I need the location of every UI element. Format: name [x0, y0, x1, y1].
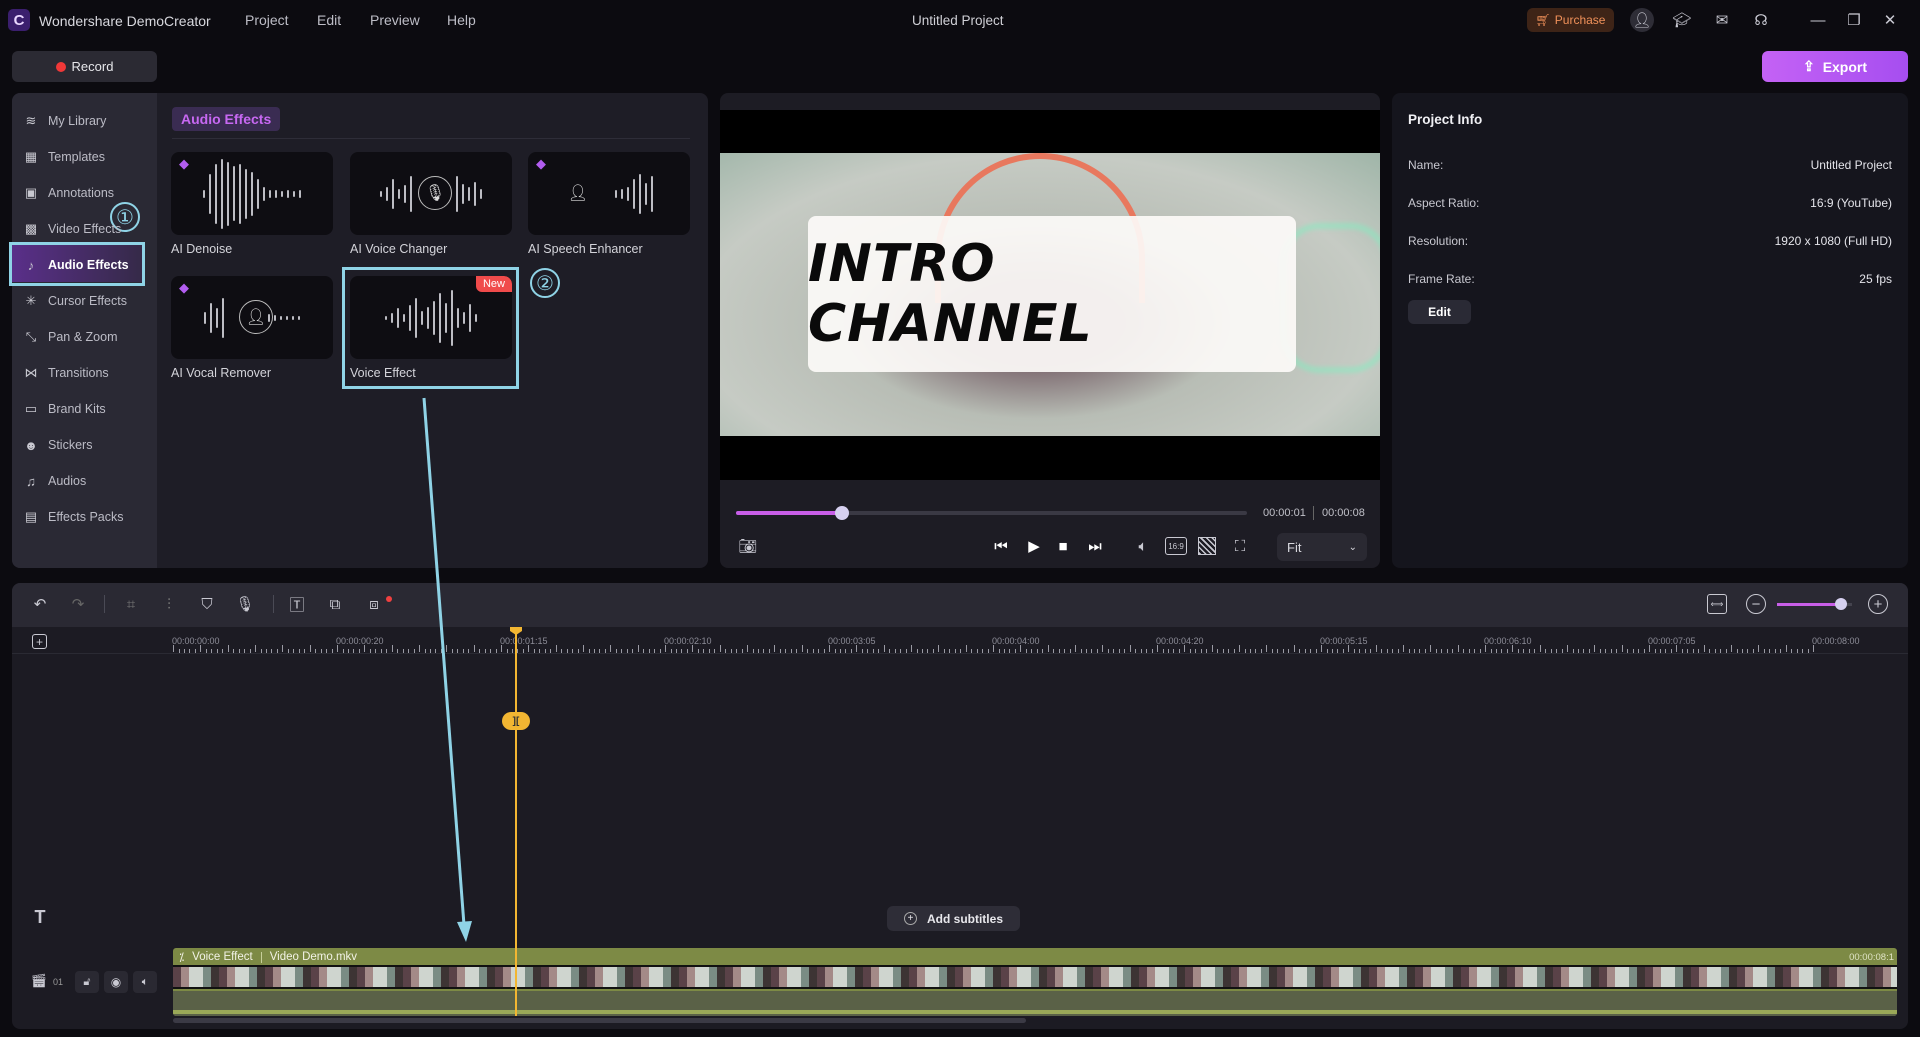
sidebar-item-annotations[interactable]: ▣ Annotations	[24, 181, 114, 205]
sidebar-item-audio-effects[interactable]: ♪ Audio Effects	[24, 253, 129, 277]
sidebar-item-audios[interactable]: ♫ Audios	[24, 469, 86, 493]
sidebar-item-label: Pan & Zoom	[48, 330, 118, 344]
sidebar-item-label: Brand Kits	[48, 402, 106, 416]
cursor-effects-icon: ✳	[25, 293, 37, 308]
layers-icon: ≋	[25, 113, 37, 128]
audio-icon: ♫	[26, 473, 36, 489]
sidebar-item-label: Templates	[48, 150, 105, 164]
annotation-icon: ▣	[24, 185, 38, 200]
sidebar-item-label: Annotations	[48, 186, 115, 200]
sidebar-item-label: Transitions	[48, 366, 109, 380]
sticker-icon: ☻	[24, 437, 38, 453]
sidebar-item-label: Audios	[48, 474, 87, 488]
pan-zoom-icon: ⤡	[25, 329, 37, 344]
effects-packs-icon: ▤	[24, 509, 38, 524]
sidebar-item-label: Audio Effects	[48, 258, 129, 272]
templates-icon: ▦	[24, 149, 38, 164]
drag-arrow	[422, 397, 472, 942]
arrow-shaft	[422, 397, 466, 926]
sidebar-item-video-effects[interactable]: ▩ Video Effects	[24, 217, 121, 241]
arrow-head	[457, 921, 472, 942]
sidebar-item-my-library[interactable]: ≋ My Library	[24, 109, 107, 133]
sidebar-item-cursor-effects[interactable]: ✳ Cursor Effects	[24, 289, 127, 313]
video-effects-icon: ▩	[24, 221, 38, 236]
sidebar-item-label: Cursor Effects	[48, 294, 127, 308]
sidebar-item-effects-packs[interactable]: ▤ Effects Packs	[24, 505, 124, 529]
sidebar-item-brand-kits[interactable]: ▭ Brand Kits	[24, 397, 106, 421]
music-note-icon: ♪	[27, 257, 35, 273]
sidebar-item-label: Effects Packs	[48, 510, 124, 524]
sidebar-item-pan-zoom[interactable]: ⤡ Pan & Zoom	[24, 325, 118, 349]
sidebar-item-transitions[interactable]: ⋈ Transitions	[24, 361, 109, 385]
sidebar-item-templates[interactable]: ▦ Templates	[24, 145, 105, 169]
sidebar-item-stickers[interactable]: ☻ Stickers	[24, 433, 92, 457]
sidebar-item-label: Stickers	[48, 438, 93, 452]
brand-kits-icon: ▭	[24, 401, 38, 416]
transitions-icon: ⋈	[24, 365, 38, 380]
sidebar-item-label: My Library	[48, 114, 107, 128]
sidebar-item-label: Video Effects	[48, 222, 122, 236]
